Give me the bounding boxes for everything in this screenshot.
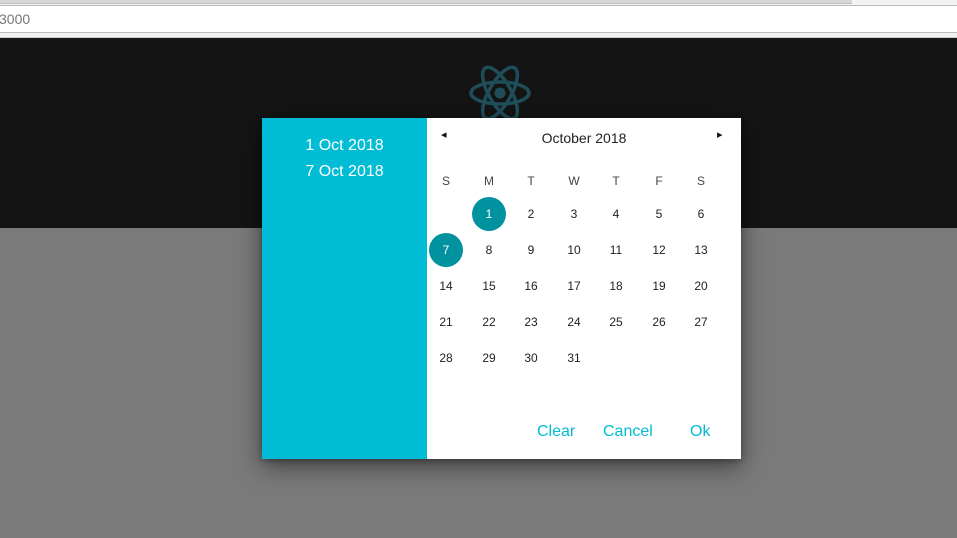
weekday-header: T [612,174,620,188]
calendar-day[interactable]: 19 [642,269,676,303]
selected-range-panel: 1 Oct 2018 7 Oct 2018 [262,118,427,459]
calendar-day[interactable]: 12 [642,233,676,267]
calendar-day[interactable]: 16 [514,269,548,303]
calendar-day[interactable]: 15 [472,269,506,303]
calendar-day[interactable]: 28 [429,341,463,375]
weekday-header: F [655,174,663,188]
weekday-header: S [441,174,450,188]
calendar-day[interactable]: 8 [472,233,506,267]
calendar-day[interactable]: 22 [472,305,506,339]
address-bar[interactable]: 3000 [0,5,957,33]
react-logo-icon [469,65,531,121]
weekday-header: T [527,174,535,188]
date-range-picker-dialog: 1 Oct 2018 7 Oct 2018 ◂ October 2018 ▸ S… [262,118,741,459]
calendar-day[interactable]: 24 [557,305,591,339]
calendar-day[interactable]: 30 [514,341,548,375]
calendar-day[interactable]: 10 [557,233,591,267]
calendar-day[interactable]: 4 [599,197,633,231]
calendar-day[interactable]: 31 [557,341,591,375]
range-start-date: 1 Oct 2018 [305,137,384,154]
tab-strip [0,0,852,4]
calendar-day[interactable]: 26 [642,305,676,339]
calendar-day[interactable]: 2 [514,197,548,231]
calendar-day[interactable]: 17 [557,269,591,303]
month-title: October 2018 [541,130,627,146]
calendar-day[interactable]: 14 [429,269,463,303]
clear-button[interactable]: Clear [537,423,575,441]
weekday-header: W [568,174,580,188]
calendar-day[interactable]: 3 [557,197,591,231]
calendar-day[interactable]: 6 [684,197,718,231]
range-end-date: 7 Oct 2018 [305,163,384,180]
calendar-day[interactable]: 9 [514,233,548,267]
calendar-day[interactable]: 23 [514,305,548,339]
calendar-day[interactable]: 29 [472,341,506,375]
calendar: ◂ October 2018 ▸ SMTWTFS 1 2 3 4 5 6 7 8 9 10 11 12… [427,118,741,459]
ok-button[interactable]: Ok [690,423,710,441]
next-month-icon[interactable]: ▸ [717,128,723,141]
address-bar-text: 3000 [0,11,31,27]
calendar-day[interactable]: 1 [472,197,506,231]
calendar-day[interactable]: 5 [642,197,676,231]
calendar-day[interactable]: 20 [684,269,718,303]
calendar-day[interactable]: 11 [599,233,633,267]
browser-toolbar: 3000 [0,0,957,38]
calendar-day[interactable]: 13 [684,233,718,267]
calendar-day[interactable]: 27 [684,305,718,339]
calendar-day[interactable]: 25 [599,305,633,339]
calendar-day[interactable]: 18 [599,269,633,303]
calendar-day[interactable]: 7 [429,233,463,267]
weekday-header: S [696,174,705,188]
weekday-header: M [484,174,494,188]
cancel-button[interactable]: Cancel [603,423,653,441]
calendar-day[interactable]: 21 [429,305,463,339]
